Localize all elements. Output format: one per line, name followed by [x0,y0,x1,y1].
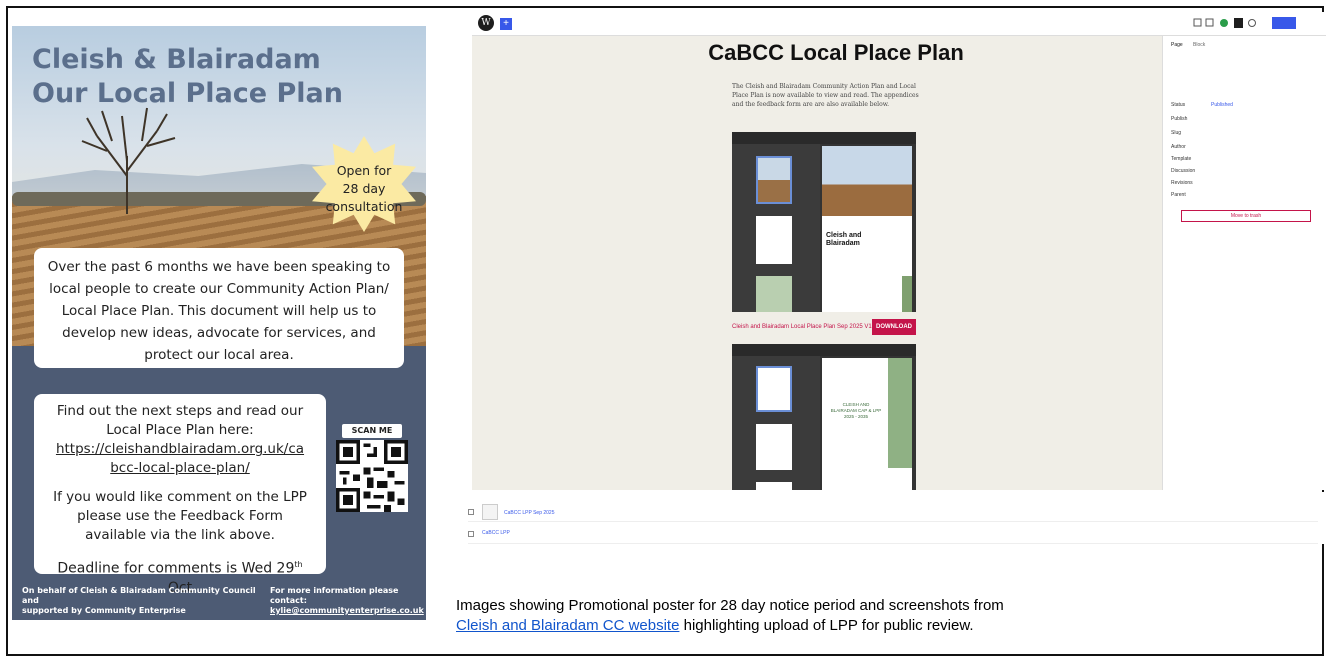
website-screenshot: W + CaBCC Local Place Plan The Cleish an… [472,12,1326,490]
thumbnail-page[interactable] [756,482,792,490]
cover-title: CLEISH AND BLAIRADAM CAP & LPP 2025 - 20… [830,402,882,419]
list-item[interactable]: CaBCC LPP Sep 2025 [468,504,1318,522]
page-title: CaBCC Local Place Plan [708,40,964,65]
editor-canvas: CaBCC Local Place Plan The Cleish and Bl… [486,36,1150,490]
sidebar-row[interactable]: Discussion [1171,168,1321,176]
pdf-toolbar[interactable] [732,132,916,144]
file-name[interactable]: CaBCC LPP [482,530,510,536]
settings-sidebar: Page Block Status Published Publish Slug … [1162,36,1326,490]
list-item[interactable]: CaBCC LPP [468,526,1318,544]
qr-code-icon [336,440,408,512]
contact-email[interactable]: kylie@communityenterprise.co.uk [270,606,426,616]
wordpress-logo-icon[interactable]: W [478,15,494,31]
intro-paragraph: The Cleish and Blairadam Community Actio… [732,83,919,108]
publish-button[interactable] [1272,17,1296,29]
sidebar-row[interactable]: Revisions [1171,180,1321,188]
cover-accent [888,358,912,468]
pdf-viewer-2[interactable]: CLEISH AND BLAIRADAM CAP & LPP 2025 - 20… [732,344,916,490]
plan-url[interactable]: https://cleishandblairadam.org.uk/ca [44,440,316,459]
thumbnail-page[interactable] [756,216,792,264]
file-name[interactable]: CaBCC LPP Sep 2025 [504,510,555,516]
pdf-cover-page: CLEISH AND BLAIRADAM CAP & LPP 2025 - 20… [822,358,912,490]
poster-title: Cleish & Blairadam [32,44,321,75]
tab-block[interactable]: Block [1193,42,1205,48]
pdf-viewer-1[interactable]: Cleish and Blairadam [732,132,916,312]
download-button[interactable]: DOWNLOAD [872,319,916,335]
add-block-button[interactable]: + [500,18,512,30]
poster-footer-right: For more information please contact: kyl… [270,586,426,616]
sidebar-row[interactable]: Author [1171,144,1321,152]
tree-icon [81,107,176,214]
plan-url-cont[interactable]: bcc-local-place-plan/ [44,459,316,478]
poster-subtitle: Our Local Place Plan [32,78,343,109]
thumbnail-page[interactable] [756,276,792,312]
qr-code-block[interactable]: SCAN ME [332,424,412,528]
sidebar-row[interactable]: Template [1171,156,1321,164]
cover-accent [902,276,912,312]
pdf-toolbar[interactable] [732,344,916,356]
thumbnail-page[interactable] [756,424,792,470]
editor-toolbar: W + [472,12,1326,36]
qr-label: SCAN ME [342,424,402,438]
website-link[interactable]: Cleish and Blairadam CC website [456,617,679,634]
sidebar-row[interactable]: Publish [1171,116,1321,124]
figure-caption: Images showing Promotional poster for 28… [456,597,1004,634]
sidebar-row[interactable]: Slug [1171,130,1321,138]
intro-box: Over the past 6 months we have been spea… [34,248,404,368]
row-checkbox[interactable] [468,509,474,515]
starburst-text: Open for 28 day consultation [325,163,403,214]
sidebar-row[interactable]: Status Published [1171,102,1321,110]
toolbar-icons [1193,18,1256,28]
cover-photo [822,146,912,216]
promotional-poster: Cleish & Blairadam Our Local Place Plan … [12,26,426,620]
next-steps-box: Find out the next steps and read our Loc… [34,394,326,596]
thumbnail-page[interactable] [756,366,792,412]
file-thumbnail [482,504,498,520]
download-link[interactable]: Cleish and Blairadam Local Place Plan Se… [732,324,872,330]
pdf-thumbnails[interactable] [732,144,820,312]
pdf-cover-page: Cleish and Blairadam [822,146,912,312]
sidebar-row[interactable]: Parent [1171,192,1321,200]
move-to-trash-button[interactable]: Move to trash [1181,210,1311,222]
cover-title: Cleish and Blairadam [826,232,862,247]
pdf-thumbnails[interactable] [732,356,820,490]
thumbnail-page[interactable] [756,156,792,204]
tab-page[interactable]: Page [1171,42,1183,48]
poster-footer-left: On behalf of Cleish & Blairadam Communit… [22,586,256,615]
row-checkbox[interactable] [468,531,474,537]
media-list: CaBCC LPP Sep 2025 CaBCC LPP [460,492,1326,544]
